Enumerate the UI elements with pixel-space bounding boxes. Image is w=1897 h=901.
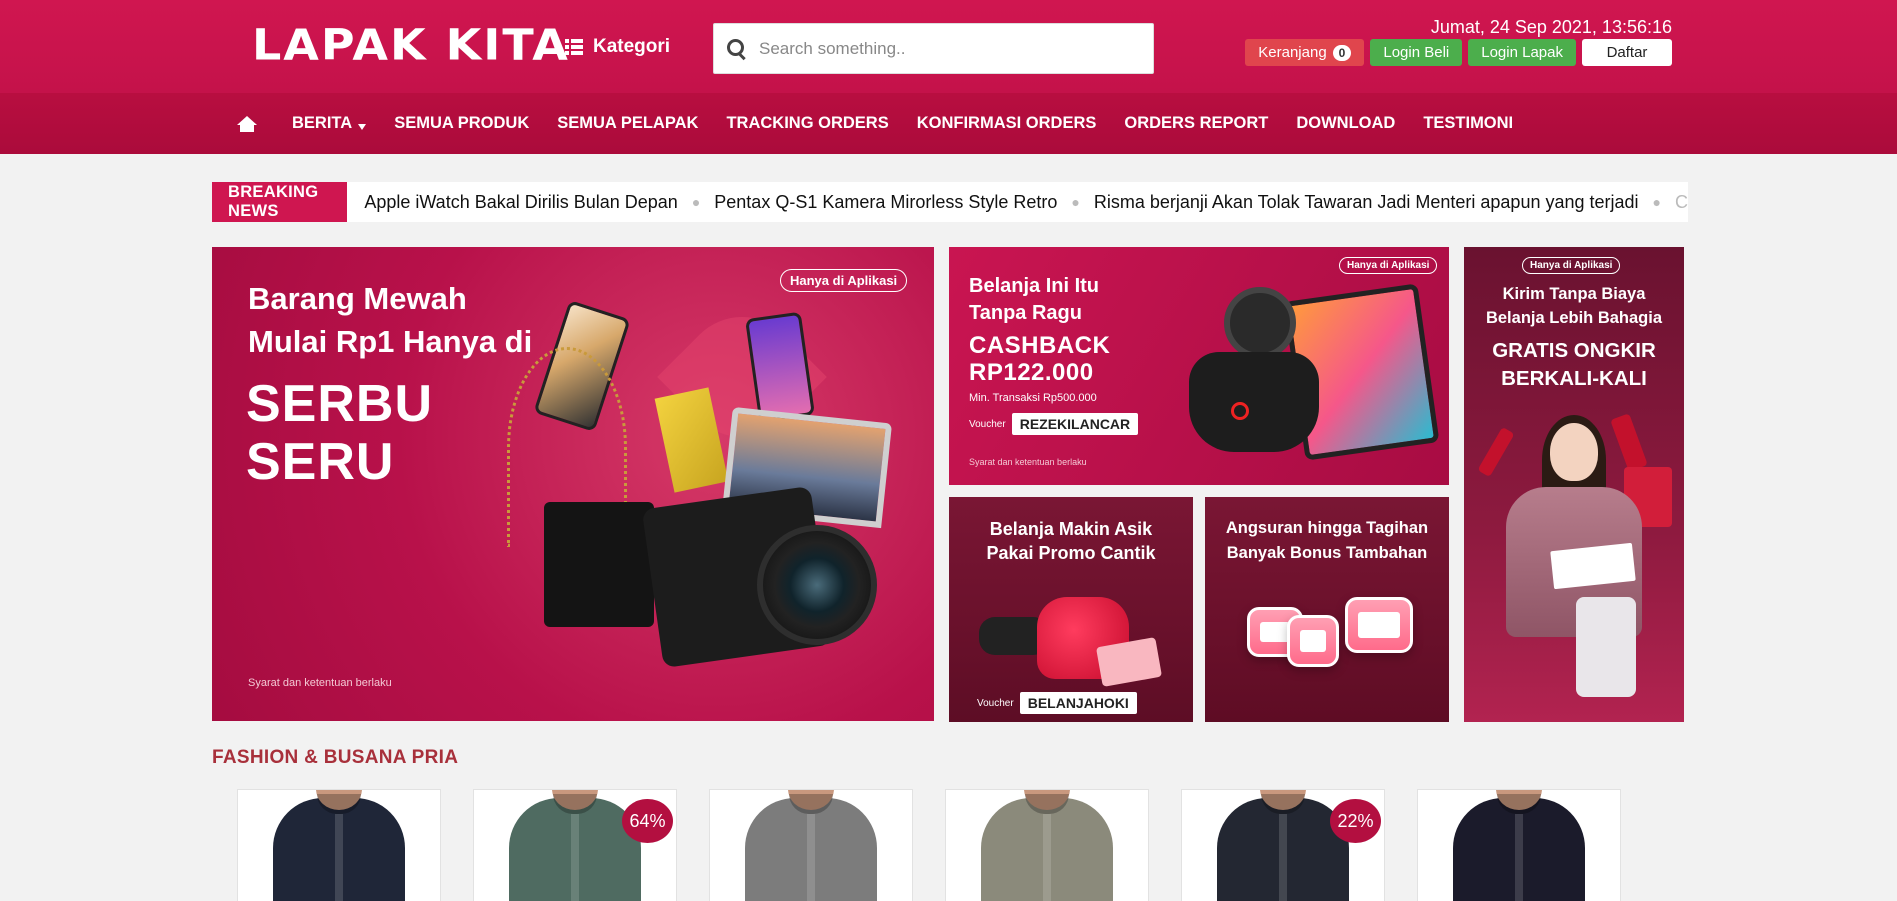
nav-semua-pelapak[interactable]: SEMUA PELAPAK [557, 114, 698, 133]
banner-angsuran[interactable]: Angsuran hingga Tagihan Banyak Bonus Tam… [1205, 497, 1449, 722]
cart-count-badge: 0 [1332, 44, 1352, 61]
min-transaction: Min. Transaksi Rp500.000 [969, 392, 1097, 404]
voucher-code: BELANJAHOKI [1019, 692, 1137, 714]
banner-cashback[interactable]: Hanya di Aplikasi Belanja Ini Itu Tanpa … [949, 247, 1449, 485]
product-list: 64% 22% [237, 789, 1657, 901]
banner-subheadline: Mulai Rp1 Hanya di [248, 324, 533, 359]
site-logo[interactable]: LAPAK KITA [252, 24, 570, 66]
daftar-button[interactable]: Daftar [1582, 39, 1672, 66]
banner-subheadline: Belanja Lebih Bahagia [1485, 309, 1663, 327]
current-datetime: Jumat, 24 Sep 2021, 13:56:16 [1430, 17, 1672, 37]
auth-buttons: Keranjang 0 Login Beli Login Lapak Dafta… [1245, 39, 1672, 66]
banner-subheadline: Tanpa Ragu [969, 302, 1082, 324]
login-beli-button[interactable]: Login Beli [1370, 39, 1463, 66]
nav-testimoni[interactable]: TESTIMONI [1423, 114, 1513, 133]
credit-card-icon [1345, 597, 1413, 653]
bag-image [544, 502, 654, 627]
main-nav: BERITA SEMUA PRODUK SEMUA PELAPAK TRACKI… [0, 93, 1897, 154]
nav-berita[interactable]: BERITA [292, 114, 367, 133]
app-only-pill: Hanya di Aplikasi [1339, 257, 1438, 274]
product-image [273, 790, 405, 901]
app-only-pill: Hanya di Aplikasi [1522, 257, 1621, 274]
voucher-code: REZEKILANCAR [1011, 413, 1139, 435]
banner-big-text: SERU [246, 433, 395, 491]
product-image [981, 790, 1113, 901]
smartwatch-image [1224, 287, 1296, 359]
product-image [1217, 790, 1349, 901]
news-item[interactable]: Pentax Q-S1 Kamera Mirorless Style Retro [714, 192, 1057, 213]
product-image [1453, 790, 1585, 901]
banner-headline: Angsuran hingga Tagihan [1225, 519, 1429, 537]
news-item[interactable]: Apple iWatch Bakal Dirilis Bulan Depan [364, 192, 677, 213]
kategori-label: Kategori [593, 36, 671, 57]
breaking-news-label: BREAKING NEWS [212, 182, 348, 222]
news-item[interactable]: Risma berjanji Akan Tolak Tawaran Jadi M… [1094, 192, 1639, 213]
product-card[interactable] [1417, 789, 1621, 901]
news-item[interactable]: C [1675, 192, 1688, 213]
product-image [509, 790, 641, 901]
nav-orders-report[interactable]: ORDERS REPORT [1124, 114, 1268, 133]
voucher-code-box: Voucher REZEKILANCAR [969, 413, 1139, 435]
caret-down-icon [358, 123, 367, 130]
banner-headline: Barang Mewah [248, 281, 467, 316]
ongkir-subtitle: BERKALI-KALI [1501, 367, 1647, 390]
banner-big-text: SERBU [246, 375, 434, 433]
nav-download[interactable]: DOWNLOAD [1296, 114, 1395, 133]
cashback-title: CASHBACK [969, 332, 1111, 359]
gamepad-image [1189, 352, 1319, 452]
search-box [713, 23, 1154, 74]
product-card[interactable] [709, 789, 913, 901]
nav-tracking-orders[interactable]: TRACKING ORDERS [726, 114, 888, 133]
search-input[interactable] [759, 38, 1139, 59]
discount-badge: 64% [622, 799, 673, 843]
product-card[interactable] [945, 789, 1149, 901]
lipstick-image [1477, 426, 1515, 478]
product-card[interactable] [237, 789, 441, 901]
breaking-news-bar: BREAKING NEWS Apple iWatch Bakal Dirilis… [212, 182, 1688, 222]
product-image [745, 790, 877, 901]
banner-subheadline: Pakai Promo Cantik [986, 543, 1156, 563]
bullet-separator: ● [691, 194, 701, 210]
product-card[interactable]: 64% [473, 789, 677, 901]
bullet-separator: ● [1652, 194, 1661, 210]
banner-serbu-seru[interactable]: Hanya di Aplikasi Barang Mewah Mulai Rp1… [212, 247, 934, 721]
nav-konfirmasi-orders[interactable]: KONFIRMASI ORDERS [917, 114, 1097, 133]
section-title: FASHION & BUSANA PRIA [212, 747, 459, 768]
cashback-amount: RP122.000 [969, 359, 1094, 386]
cart-label: Keranjang [1258, 44, 1327, 61]
search-icon[interactable] [727, 38, 747, 59]
banner-promo-cantik[interactable]: Belanja Makin Asik Pakai Promo Cantik Vo… [949, 497, 1193, 722]
bolt-card-icon [1287, 615, 1339, 667]
banner-subheadline: Banyak Bonus Tambahan [1226, 544, 1428, 562]
discount-badge: 22% [1330, 799, 1381, 843]
voucher-code-box: Voucher BELANJAHOKI [977, 692, 1137, 714]
nav-semua-produk[interactable]: SEMUA PRODUK [394, 114, 529, 133]
phone-red-image [1610, 413, 1648, 472]
product-card[interactable]: 22% [1181, 789, 1385, 901]
terms-note: Syarat dan ketentuan berlaku [248, 677, 392, 689]
bullet-separator: ● [1071, 194, 1080, 210]
banner-headline: Kirim Tanpa Biaya [1502, 285, 1646, 303]
app-only-pill: Hanya di Aplikasi [780, 269, 908, 292]
banner-gratis-ongkir[interactable]: Hanya di Aplikasi Kirim Tanpa Biaya Bela… [1464, 247, 1684, 722]
news-ticker: Apple iWatch Bakal Dirilis Bulan Depan ●… [364, 192, 1688, 213]
cart-button[interactable]: Keranjang 0 [1245, 39, 1365, 66]
kategori-button[interactable]: Kategori [565, 36, 670, 58]
ongkir-title: GRATIS ONGKIR [1492, 339, 1656, 362]
list-icon [565, 39, 583, 55]
banner-headline: Belanja Makin Asik [989, 519, 1153, 539]
camera-lens-image [757, 525, 877, 645]
banner-headline: Belanja Ini Itu [969, 275, 1100, 297]
login-lapak-button[interactable]: Login Lapak [1468, 39, 1576, 66]
home-icon[interactable] [232, 93, 262, 154]
header-bar: LAPAK KITA Kategori Jumat, 24 Sep 2021, … [0, 0, 1897, 93]
terms-note: Syarat dan ketentuan berlaku [969, 457, 1087, 467]
